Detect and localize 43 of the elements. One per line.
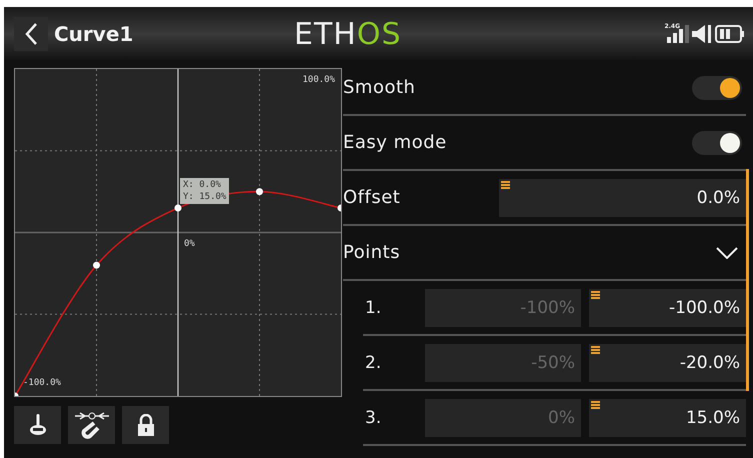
chevron-icon[interactable]	[716, 246, 738, 258]
lock-icon	[136, 414, 154, 436]
curve-point[interactable]	[15, 392, 18, 396]
edit-icon	[591, 290, 600, 298]
point-number: 1.	[364, 298, 382, 318]
point-y-field[interactable]: 15.0%	[589, 398, 746, 436]
joystick-icon	[28, 414, 46, 436]
magnet-icon	[74, 411, 110, 439]
point-number: 2.	[364, 352, 382, 372]
curve-point[interactable]	[93, 262, 100, 269]
back-icon	[24, 22, 38, 46]
snap-button[interactable]	[68, 406, 115, 444]
screen-title: Curve1	[54, 22, 134, 46]
edit-icon	[501, 180, 510, 188]
logo: ETHOS	[294, 16, 402, 52]
point-x-field: -50%	[425, 344, 581, 382]
toggle-switch[interactable]	[692, 76, 742, 100]
curve-point[interactable]	[174, 204, 182, 212]
point-number: 3.	[364, 408, 382, 428]
battery-icon	[715, 25, 745, 43]
stick-button[interactable]	[14, 406, 61, 444]
setting-label: Offset	[343, 187, 402, 208]
center-label: 0%	[184, 238, 195, 248]
offset-field[interactable]: 0.0%	[499, 178, 746, 216]
curve-point[interactable]	[256, 188, 263, 196]
setting-label: Easy mode	[343, 132, 448, 153]
point-x-field: 0%	[425, 398, 581, 436]
toggle-switch[interactable]	[692, 130, 742, 154]
point-tooltip: X: 0.0% Y: 15.0%	[180, 178, 230, 204]
point-y-field[interactable]: -20.0%	[589, 344, 746, 382]
speaker-icon	[692, 25, 712, 43]
setting-label: Smooth	[343, 77, 416, 98]
max-label: 100.0%	[302, 75, 335, 85]
edit-icon	[591, 346, 600, 354]
edit-icon	[591, 400, 600, 408]
min-label: -100.0%	[23, 378, 61, 388]
setting-label: Points	[343, 242, 402, 263]
curve-point[interactable]	[338, 204, 341, 212]
point-x-field: -100%	[425, 288, 581, 326]
back-button[interactable]	[14, 17, 48, 51]
lock-button[interactable]	[122, 406, 169, 444]
signal-icon	[667, 25, 689, 43]
point-y-field[interactable]: -100.0%	[589, 288, 746, 326]
